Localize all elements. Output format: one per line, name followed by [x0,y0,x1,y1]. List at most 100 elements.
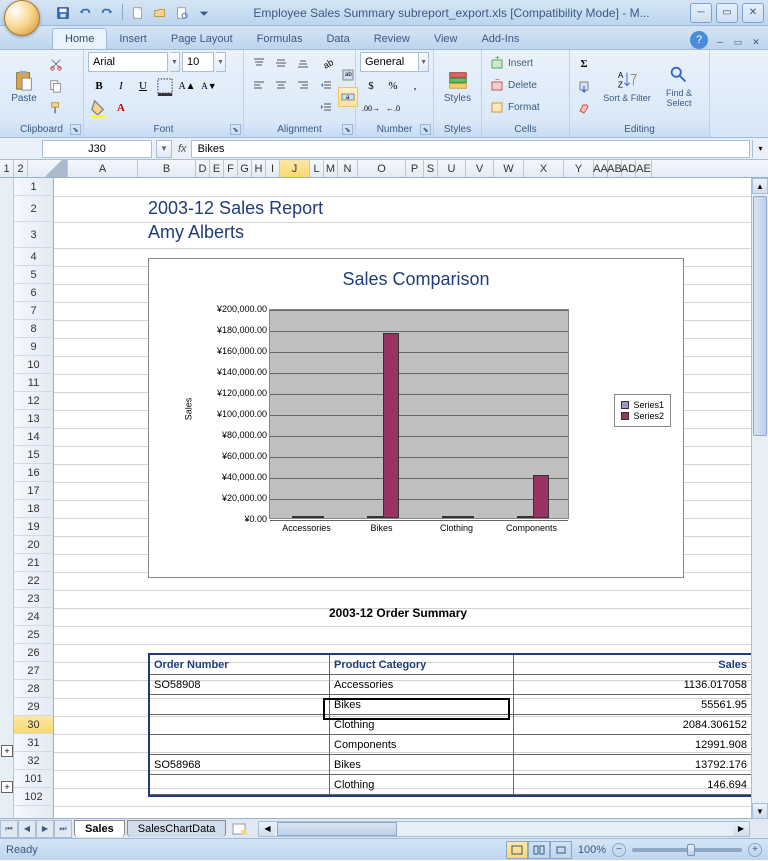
column-header-AD[interactable]: AD [622,160,636,177]
align-right-icon[interactable] [292,74,314,96]
align-left-icon[interactable] [248,74,270,96]
column-header-Y[interactable]: Y [564,160,594,177]
row-header-8[interactable]: 8 [14,320,53,338]
row-header-28[interactable]: 28 [14,680,53,698]
font-size-dropdown[interactable]: ▼ [216,52,226,72]
outline-level-1[interactable]: 1 [0,160,14,177]
tab-nav-next[interactable]: ▶ [36,820,54,838]
row-header-19[interactable]: 19 [14,518,53,536]
row-header-26[interactable]: 26 [14,644,53,662]
tab-review[interactable]: Review [362,29,422,49]
select-all-button[interactable] [28,160,68,177]
tab-nav-first[interactable]: ⏮ [0,820,18,838]
number-launcher[interactable]: ⬊ [420,124,431,135]
save-icon[interactable] [54,4,72,22]
row-header-27[interactable]: 27 [14,662,53,680]
vertical-scrollbar[interactable]: ▲ ▼ [751,178,768,819]
row-header-32[interactable]: 32 [14,752,53,770]
redo-icon[interactable] [98,4,116,22]
tab-page-layout[interactable]: Page Layout [159,29,245,49]
column-header-G[interactable]: G [238,160,252,177]
comma-button[interactable]: , [404,76,426,96]
row-header-22[interactable]: 22 [14,572,53,590]
styles-button[interactable]: Styles [438,52,477,120]
increase-indent-icon[interactable] [316,98,336,118]
qat-customize-icon[interactable] [195,4,213,22]
tab-insert[interactable]: Insert [107,29,159,49]
formula-input[interactable]: Bikes [191,140,750,158]
delete-cells-button[interactable]: −Delete [486,74,544,96]
number-format-select[interactable]: General [360,52,419,72]
font-launcher[interactable]: ⬊ [230,124,241,135]
tab-data[interactable]: Data [314,29,361,49]
column-header-S[interactable]: S [424,160,438,177]
column-header-AE[interactable]: AE [636,160,652,177]
row-header-1[interactable]: 1 [14,178,53,196]
zoom-in-button[interactable]: + [748,843,762,857]
horizontal-scrollbar[interactable]: ◀ ▶ [258,821,750,837]
column-header-U[interactable]: U [438,160,466,177]
column-header-N[interactable]: N [338,160,358,177]
row-header-11[interactable]: 11 [14,374,53,392]
align-middle-icon[interactable] [270,52,292,74]
new-sheet-icon[interactable] [230,821,250,837]
alignment-launcher[interactable]: ⬊ [342,124,353,135]
zoom-out-button[interactable]: − [612,843,626,857]
mdi-close[interactable]: ✕ [748,35,764,49]
currency-button[interactable]: $ [360,76,382,96]
tab-formulas[interactable]: Formulas [245,29,315,49]
font-name-dropdown[interactable]: ▼ [170,52,180,72]
wrap-text-icon[interactable]: ab [338,65,358,85]
row-header-15[interactable]: 15 [14,446,53,464]
office-button[interactable] [4,0,40,36]
number-format-dropdown[interactable]: ▼ [419,52,429,72]
close-button[interactable]: ✕ [742,3,764,23]
grow-font-button[interactable]: A▲ [176,76,198,96]
print-preview-icon[interactable] [173,4,191,22]
clipboard-launcher[interactable]: ⬊ [70,124,81,135]
row-header-25[interactable]: 25 [14,626,53,644]
sort-filter-button[interactable]: AZ Sort & Filter [602,52,652,120]
row-header-29[interactable]: 29 [14,698,53,716]
outline-level-2[interactable]: 2 [14,160,28,177]
outline-expand-2[interactable]: + [1,781,13,793]
open-icon[interactable] [151,4,169,22]
column-header-L[interactable]: L [310,160,324,177]
view-normal-icon[interactable] [506,841,528,859]
font-size-select[interactable]: 10 [182,52,214,72]
row-header-9[interactable]: 9 [14,338,53,356]
hscroll-left[interactable]: ◀ [259,822,275,836]
merge-center-icon[interactable]: a [338,87,358,107]
percent-button[interactable]: % [382,76,404,96]
row-header-18[interactable]: 18 [14,500,53,518]
hscroll-thumb[interactable] [277,822,397,836]
row-header-16[interactable]: 16 [14,464,53,482]
column-header-O[interactable]: O [358,160,406,177]
row-header-7[interactable]: 7 [14,302,53,320]
row-header-3[interactable]: 3 [14,222,53,248]
row-header-23[interactable]: 23 [14,590,53,608]
tab-view[interactable]: View [422,29,470,49]
mdi-minimize[interactable]: ─ [712,35,728,49]
align-bottom-icon[interactable] [292,52,314,74]
align-center-icon[interactable] [270,74,292,96]
column-header-M[interactable]: M [324,160,338,177]
row-header-13[interactable]: 13 [14,410,53,428]
column-header-V[interactable]: V [466,160,494,177]
undo-icon[interactable] [76,4,94,22]
paste-button[interactable]: Paste [4,52,44,120]
insert-cells-button[interactable]: +Insert [486,52,544,74]
row-header-4[interactable]: 4 [14,248,53,266]
row-header-20[interactable]: 20 [14,536,53,554]
column-header-J[interactable]: J [280,160,310,177]
format-painter-icon[interactable] [46,98,66,118]
column-header-W[interactable]: W [494,160,524,177]
column-header-H[interactable]: H [252,160,266,177]
clear-icon[interactable] [574,98,594,118]
column-header-AA[interactable]: AA [594,160,608,177]
row-header-2[interactable]: 2 [14,196,53,222]
row-header-5[interactable]: 5 [14,266,53,284]
align-top-icon[interactable] [248,52,270,74]
tab-nav-last[interactable]: ⏭ [54,820,72,838]
column-header-A[interactable]: A [68,160,138,177]
